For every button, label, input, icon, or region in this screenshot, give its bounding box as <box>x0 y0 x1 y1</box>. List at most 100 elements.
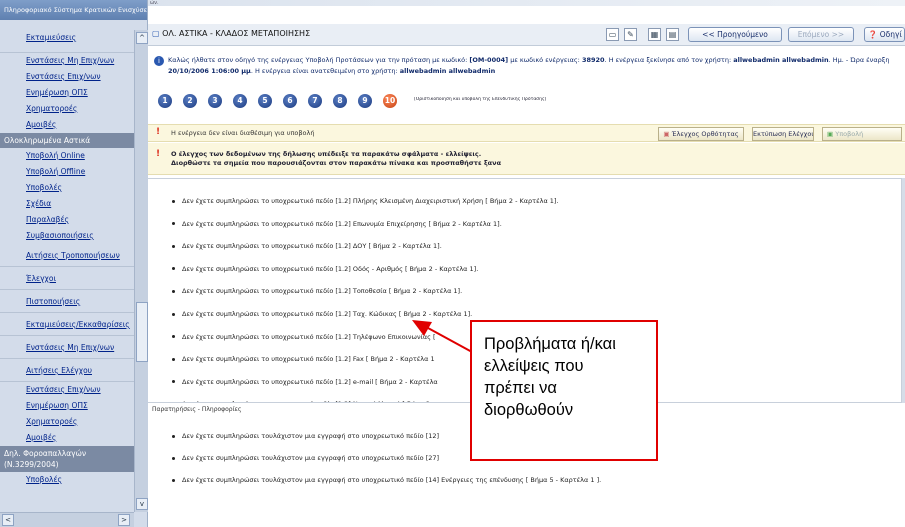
list-item-text: Δεν έχετε συμπληρώσει τουλάχιστον μια εγ… <box>182 454 440 462</box>
scroll-up-icon[interactable]: ^ <box>136 32 148 44</box>
sidebar-item[interactable]: Πιστοποιήσεις <box>0 290 134 313</box>
sidebar-item[interactable]: Παραλαβές <box>0 212 134 228</box>
step-6-button[interactable]: 6 <box>283 94 297 108</box>
step-7-button[interactable]: 7 <box>308 94 322 108</box>
status-row: ! Η ενέργεια δεν είναι διαθέσιμη για υπο… <box>148 124 905 142</box>
sidebar-item[interactable]: Υποβολή Offline <box>0 164 134 180</box>
list-item: Δεν έχετε συμπληρώσει το υποχρεωτικό πεδ… <box>172 310 872 318</box>
bullet-icon <box>172 244 175 248</box>
help-icon: ❓ <box>868 30 878 39</box>
sidebar-item[interactable]: Υποβολές <box>0 472 134 488</box>
step-1-button[interactable]: 1 <box>158 94 172 108</box>
top-strip: ών. <box>148 0 905 6</box>
edit-icon[interactable]: ✎ <box>624 28 637 41</box>
start-user: allwebadmin allwebadmin <box>733 56 829 64</box>
errors-header: ! Ο έλεγχος των δεδομένων της δήλωσης υπ… <box>148 143 905 175</box>
scrollbar-thumb[interactable] <box>136 302 148 362</box>
scroll-left-icon[interactable]: < <box>2 514 14 526</box>
errors-header-text: Ο έλεγχος των δεδομένων της δήλωσης υπέδ… <box>171 150 501 168</box>
assignee: allwebadmin allwebadmin <box>399 67 496 75</box>
prev-button[interactable]: << Προηγούμενο <box>688 27 782 42</box>
errors-header-line2: Διορθώστε τα σημεία που παρουσιάζονται σ… <box>171 159 502 167</box>
sidebar-item[interactable]: Συμβασιοποιήσεις <box>0 228 134 244</box>
info-icon: i <box>154 56 164 66</box>
bullet-icon <box>172 199 175 203</box>
callout-line-3: πρέπει να <box>484 379 557 397</box>
callout-line-4: διορθωθούν <box>484 401 574 419</box>
sidebar-item[interactable]: Ενημέρωση ΟΠΣ <box>0 85 134 101</box>
sidebar-spacer <box>0 46 134 53</box>
info-bar: i Καλώς ήλθατε στον οδηγό της ενέργειας … <box>148 52 905 82</box>
sidebar-scrollbar[interactable]: ^ v <box>134 30 148 512</box>
list-item-text: Δεν έχετε συμπληρώσει το υποχρεωτικό πεδ… <box>182 219 502 228</box>
list-item: Δεν έχετε συμπληρώσει το υποχρεωτικό πεδ… <box>172 287 872 295</box>
sidebar-item[interactable]: Αιτήσεις Τροποποιήσεων <box>0 244 134 267</box>
list-item: Δεν έχετε συμπληρώσει το υποχρεωτικό πεδ… <box>172 197 872 205</box>
bullet-icon <box>172 456 175 460</box>
bullet-icon <box>172 267 175 271</box>
exclamation-icon: ! <box>156 149 161 159</box>
sidebar-item[interactable]: Υποβολές <box>0 180 134 196</box>
submit-label: Υποβολή <box>835 130 864 138</box>
page-title-text: ΟΛ. ΑΣΤΙΚΑ - ΚΛΑΔΟΣ ΜΕΤΑΠΟΙΗΣΗΣ <box>162 29 311 38</box>
sidebar-item[interactable]: Ενημέρωση ΟΠΣ <box>0 398 134 414</box>
sidebar-item[interactable]: Ενστάσεις Επιχ/νων <box>0 382 134 398</box>
list-item-text: Δεν έχετε συμπληρώσει το υποχρεωτικό πεδ… <box>182 197 559 205</box>
sidebar-item[interactable]: Αμοιβές <box>0 430 134 446</box>
sidebar-title: Πληροφοριακό Σύστημα Κρατικών Ενισχύσε <box>0 0 147 20</box>
next-button[interactable]: Επόμενο >> <box>788 27 854 42</box>
step-3-button[interactable]: 3 <box>208 94 222 108</box>
exclamation-icon: ! <box>156 127 161 137</box>
check-validity-label: Έλεγχος Ορθότητας <box>671 130 739 138</box>
sidebar-item[interactable]: Αιτήσεις Ελέγχου <box>0 359 134 382</box>
info-line1-pre: Καλώς ήλθατε στον οδηγό της ενέργειας Υπ… <box>168 56 470 64</box>
info-line1-mid: με κωδικό ενέργειας: <box>508 56 582 64</box>
scroll-down-icon[interactable]: v <box>136 498 148 510</box>
step-8-button[interactable]: 8 <box>333 94 347 108</box>
grid-icon[interactable]: ▦ <box>648 28 661 41</box>
print-check-button[interactable]: Εκτύπωση Ελέγχου <box>752 127 814 141</box>
step-9-button[interactable]: 9 <box>358 94 372 108</box>
step-2-button[interactable]: 2 <box>183 94 197 108</box>
sidebar-item[interactable]: Ενστάσεις Μη Επιχ/νων <box>0 336 134 359</box>
scroll-right-icon[interactable]: > <box>118 514 130 526</box>
sidebar-item[interactable]: Εκταμιεύσεις/Εκκαθαρίσεις <box>0 313 134 336</box>
sidebar-item[interactable]: Χρηματοροές <box>0 414 134 430</box>
errors-header-line1: Ο έλεγχος των δεδομένων της δήλωσης υπέδ… <box>171 150 482 158</box>
sidebar-item[interactable]: Υποβολή Online <box>0 148 134 164</box>
info-text: Καλώς ήλθατε στον οδηγό της ενέργειας Υπ… <box>168 55 905 77</box>
step-5-button[interactable]: 5 <box>258 94 272 108</box>
step-4-button[interactable]: 4 <box>233 94 247 108</box>
sidebar-item[interactable]: Ενστάσεις Επιχ/νων <box>0 69 134 85</box>
sidebar-item[interactable]: Έλεγχοι <box>0 267 134 290</box>
submit-icon: ▣ <box>827 130 834 138</box>
list-item-text: Δεν έχετε συμπληρώσει το υποχρεωτικό πεδ… <box>182 332 436 341</box>
list-item-text: Δεν έχετε συμπληρώσει το υποχρεωτικό πεδ… <box>182 355 435 364</box>
action-code: 38920 <box>581 56 605 64</box>
list-item-text: Δεν έχετε συμπληρώσει το υποχρεωτικό πεδ… <box>182 377 438 386</box>
sidebar-item[interactable]: Σχέδια <box>0 196 134 212</box>
bullet-icon <box>172 222 175 226</box>
sidebar-item[interactable]: Αμοιβές <box>0 117 134 133</box>
list-item-text: Δεν έχετε συμπληρώσει τουλάχιστον μια εγ… <box>182 476 602 484</box>
bullet-icon <box>172 335 175 339</box>
toolbar: ▢ ΟΛ. ΑΣΤΙΚΑ - ΚΛΑΔΟΣ ΜΕΤΑΠΟΙΗΣΗΣ ▭ ✎ ▦ … <box>148 24 905 46</box>
window-icon[interactable]: ▭ <box>606 28 619 41</box>
image-icon[interactable]: ▤ <box>666 28 679 41</box>
list-item-text: Δεν έχετε συμπληρώσει το υποχρεωτικό πεδ… <box>182 287 463 296</box>
guide-button[interactable]: ❓ Οδηγί <box>864 27 905 42</box>
info-line1-post: . Η ενέργεια ξεκίνησε από τον χρήστη: <box>604 56 734 64</box>
list-item-text: Δεν έχετε συμπληρώσει το υποχρεωτικό πεδ… <box>182 264 479 273</box>
sidebar-item[interactable]: Χρηματοροές <box>0 101 134 117</box>
callout-line-1: Προβλήματα ή/και <box>484 335 616 353</box>
check-validity-button[interactable]: ▣ Έλεγχος Ορθότητας <box>658 127 744 141</box>
list-item-text: Δεν έχετε συμπληρώσει το υποχρεωτικό πεδ… <box>182 310 473 318</box>
sidebar-item[interactable]: Ενστάσεις Μη Επιχ/νων <box>0 53 134 69</box>
step-navigator: 1 2 3 4 5 6 7 8 9 10 [Οριστικοποίηση και υποβολή τ… <box>158 92 905 110</box>
sidebar-horizontal-scrollbar[interactable]: < > <box>0 512 134 527</box>
page-icon: ▢ <box>152 29 160 38</box>
step-10-button[interactable]: 10 <box>383 94 397 108</box>
sidebar-item[interactable]: Εκταμιεύσεις <box>0 30 134 46</box>
submit-button[interactable]: ▣ Υποβολή <box>822 127 902 141</box>
sidebar-nav: Εκταμιεύσεις Ενστάσεις Μη Επιχ/νων Ενστάσε… <box>0 30 134 506</box>
